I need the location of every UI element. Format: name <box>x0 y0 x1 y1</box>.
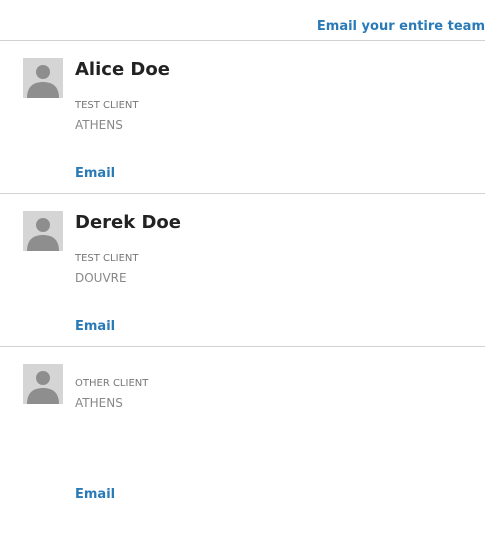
member-city: DOUVRE <box>75 271 127 285</box>
divider <box>0 346 485 347</box>
avatar-icon <box>23 364 63 404</box>
member-role: TEST CLIENT <box>75 100 139 111</box>
member-email-link[interactable]: Email <box>75 319 115 335</box>
avatar-icon <box>23 211 63 251</box>
member-name: Alice Doe <box>75 59 170 80</box>
avatar-icon <box>23 58 63 98</box>
divider <box>0 40 485 41</box>
member-email-link[interactable]: Email <box>75 487 115 503</box>
member-role: TEST CLIENT <box>75 253 139 264</box>
member-city: ATHENS <box>75 118 123 132</box>
team-page: Email your entire team Alice Doe TEST CL… <box>0 0 504 535</box>
divider <box>0 193 485 194</box>
team-member-card: OTHER CLIENT ATHENS Email <box>0 364 485 514</box>
team-member-card: Derek Doe TEST CLIENT DOUVRE Email <box>0 211 485 341</box>
member-city: ATHENS <box>75 396 123 410</box>
team-member-card: Alice Doe TEST CLIENT ATHENS Email <box>0 58 485 188</box>
member-role: OTHER CLIENT <box>75 378 149 389</box>
member-email-link[interactable]: Email <box>75 166 115 182</box>
email-entire-team-link[interactable]: Email your entire team <box>317 19 485 34</box>
member-name: Derek Doe <box>75 212 181 233</box>
